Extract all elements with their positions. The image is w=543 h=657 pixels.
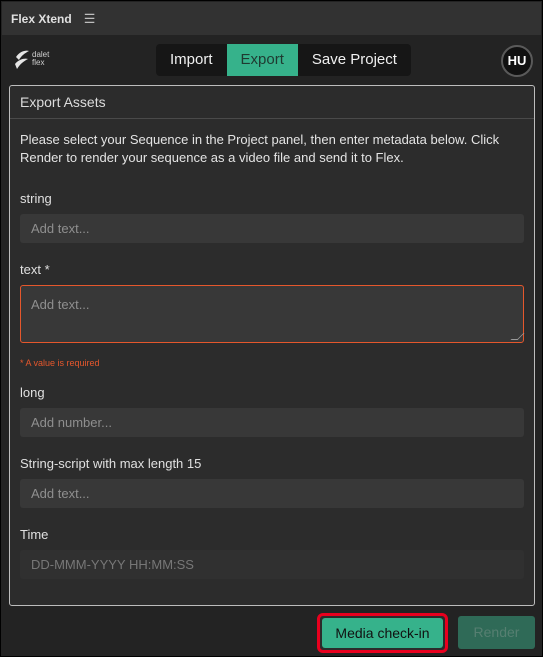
string-script-label: String-script with max length 15 xyxy=(20,456,202,471)
user-avatar[interactable]: HU xyxy=(501,45,533,77)
logo-text: dalet flex xyxy=(32,51,49,67)
instructions-text: Please select your Sequence in the Proje… xyxy=(20,132,500,165)
hamburger-icon[interactable]: ☰ xyxy=(84,11,96,27)
string-input[interactable]: Add text... xyxy=(20,214,524,243)
export-assets-panel: Export Assets Please select your Sequenc… xyxy=(9,85,535,606)
panel-title: Export Assets xyxy=(10,86,534,119)
render-button[interactable]: Render xyxy=(458,616,535,649)
long-input[interactable]: Add number... xyxy=(20,408,524,437)
time-label: Time xyxy=(20,527,49,542)
header: dalet flex Import Export Save Project HU xyxy=(2,35,541,85)
title-bar: Flex Xtend ☰ xyxy=(2,2,541,35)
string-label: string xyxy=(20,191,52,206)
media-check-in-button-highlight: Media check-in xyxy=(317,613,448,653)
tab-export[interactable]: Export xyxy=(226,44,298,76)
app-window: Flex Xtend ☰ dalet flex Import Export Sa… xyxy=(0,0,543,657)
time-input[interactable]: DD-MMM-YYYY HH:MM:SS xyxy=(20,550,524,579)
string-script-input[interactable]: Add text... xyxy=(20,479,524,508)
dalet-flex-logo: dalet flex xyxy=(14,47,58,73)
tab-import[interactable]: Import xyxy=(156,44,227,76)
logo-line-2: flex xyxy=(32,58,45,67)
app-title: Flex Xtend xyxy=(11,11,72,26)
media-check-in-button[interactable]: Media check-in xyxy=(322,618,443,648)
main-tabs: Import Export Save Project xyxy=(156,44,411,76)
text-placeholder: Add text... xyxy=(31,297,90,312)
tab-save-project[interactable]: Save Project xyxy=(298,44,411,76)
text-textarea[interactable]: Add text... xyxy=(20,285,525,343)
long-label: long xyxy=(20,385,45,400)
text-label: text * xyxy=(20,262,50,277)
resize-handle-icon[interactable] xyxy=(510,333,525,340)
text-error-message: * A value is required xyxy=(20,358,100,368)
logo-mark-icon xyxy=(15,50,29,69)
